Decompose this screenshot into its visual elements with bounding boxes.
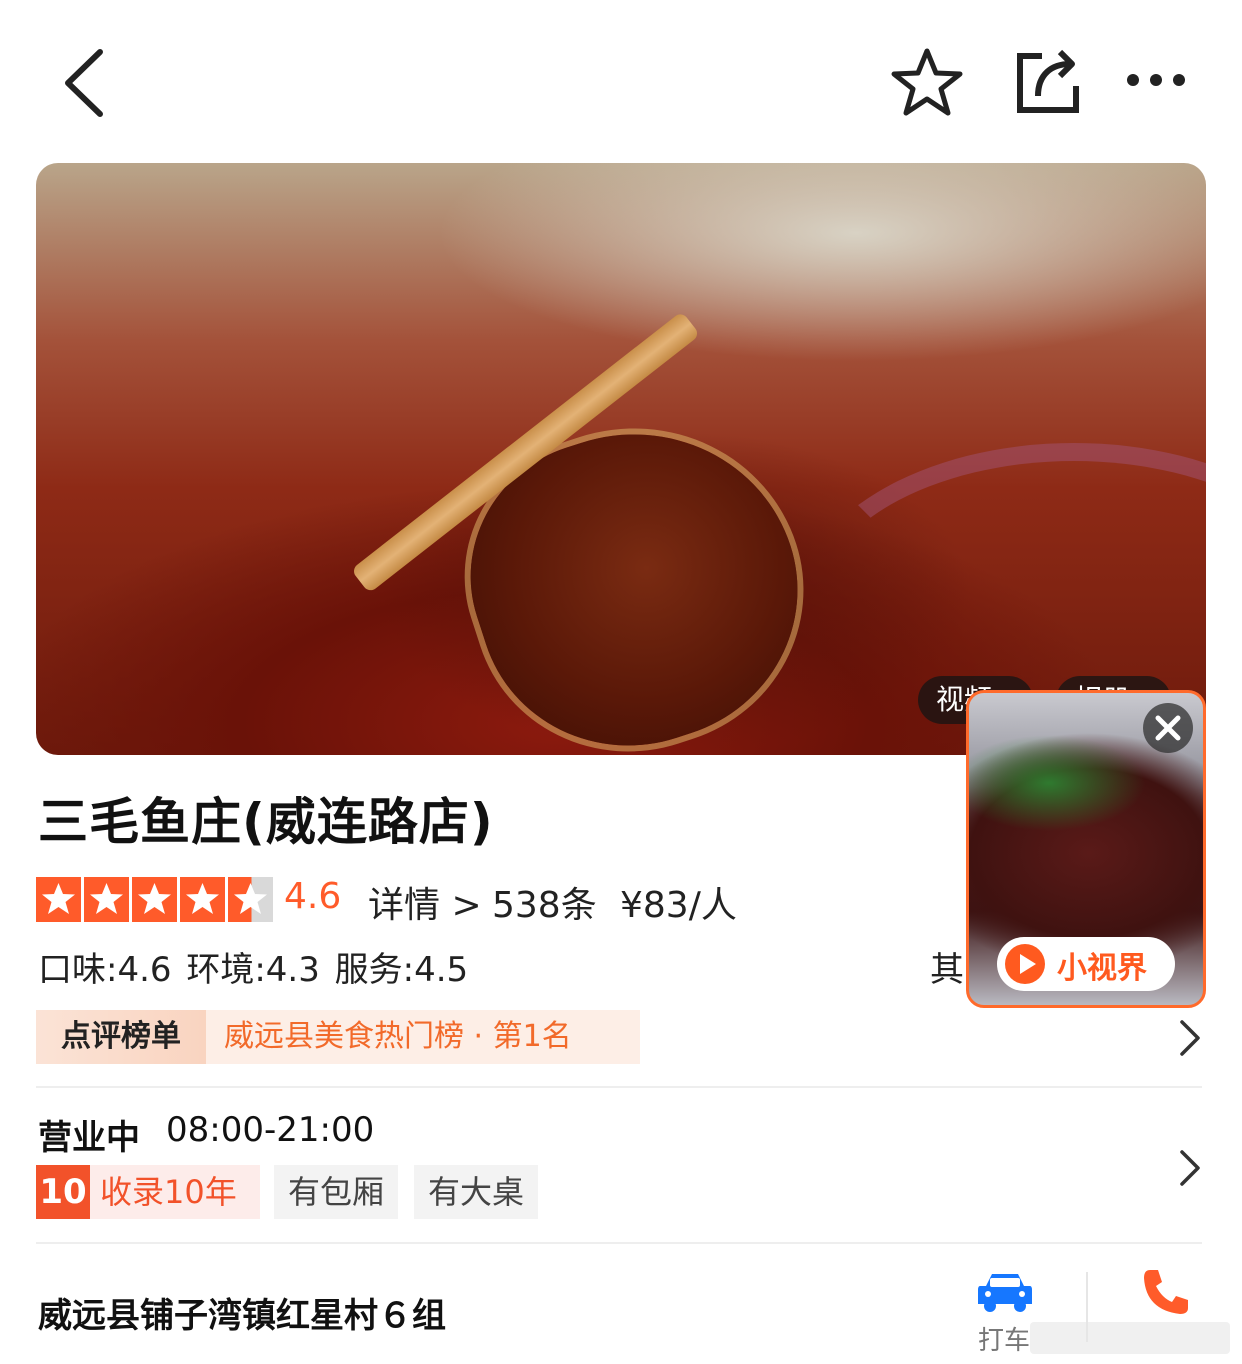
mini-video-badge[interactable]: 小视界 [997, 937, 1175, 991]
divider [36, 1242, 1202, 1244]
back-icon[interactable] [60, 48, 110, 118]
star-icon [36, 877, 81, 922]
top-bar [0, 0, 1242, 150]
mini-video-badge-text: 小视界 [1057, 951, 1147, 986]
more-icon[interactable] [1124, 70, 1188, 90]
hero-food-photo[interactable]: 视频> 相册> [36, 163, 1206, 755]
ranking-badge[interactable]: 点评榜单 威远县美食热门榜 · 第1名 [36, 1010, 640, 1064]
chevron-right-icon[interactable] [1178, 1018, 1202, 1058]
favorite-star-icon[interactable] [890, 46, 964, 118]
price-per-person: ¥83/人 [620, 885, 737, 926]
rating-detail-link[interactable]: 详情 > [368, 876, 482, 928]
close-video-button[interactable] [1143, 703, 1193, 753]
phone-icon[interactable] [1140, 1266, 1192, 1318]
star-icon [84, 877, 129, 922]
shop-address[interactable]: 威远县铺子湾镇红星村６组 [38, 1288, 446, 1337]
sub-scores: 口味:4.6 环境:4.3 服务:4.5 [38, 950, 469, 990]
big-table-tag: 有大桌 [414, 1165, 539, 1219]
fish-piece-decoration [435, 391, 837, 755]
star-icon [132, 877, 177, 922]
ranking-label: 点评榜单 [36, 1010, 206, 1064]
other-label: 其 [930, 950, 964, 990]
star-rating [36, 877, 276, 923]
rating-score: 4.6 [284, 876, 342, 917]
private-room-tag: 有包厢 [274, 1165, 399, 1219]
business-hours: 08:00-21:00 [166, 1110, 375, 1150]
shop-name: 三毛鱼庄(威连路店) [38, 793, 494, 851]
floating-video-player[interactable]: 小视界 [966, 690, 1206, 1008]
share-icon[interactable] [1012, 46, 1082, 116]
half-star-icon [228, 877, 273, 922]
play-icon [1005, 944, 1045, 984]
star-icon [180, 877, 225, 922]
chevron-right-icon[interactable] [1178, 1148, 1202, 1188]
taxi-label[interactable]: 打车 [978, 1320, 1030, 1357]
taxi-icon[interactable] [976, 1270, 1034, 1314]
open-status: 营业中 [38, 1118, 140, 1158]
watermark-overlay [1030, 1322, 1230, 1354]
divider [36, 1086, 1202, 1088]
years-listed-number: 10 [36, 1165, 90, 1219]
review-count[interactable]: 538条 [492, 876, 597, 928]
ranking-text: 威远县美食热门榜 · 第1名 [206, 1010, 640, 1064]
close-icon [1155, 715, 1181, 741]
